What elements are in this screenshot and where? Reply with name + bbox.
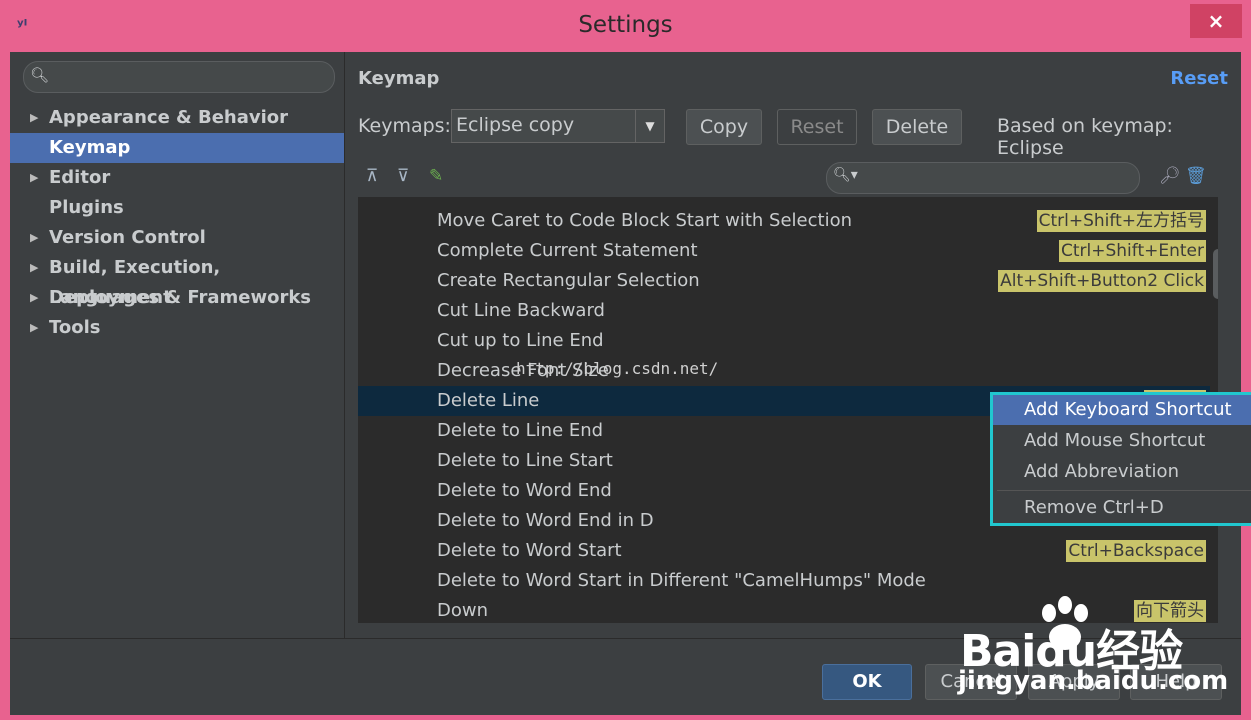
table-row[interactable]: Cut Line Backward	[358, 296, 1210, 326]
edit-icon[interactable]: ✎	[429, 166, 443, 186]
table-row[interactable]: Delete to Word Start in Different "Camel…	[358, 566, 1210, 596]
menu-item[interactable]: Remove Ctrl+D	[993, 493, 1251, 523]
menu-item-label: Add Abbreviation	[1024, 461, 1179, 482]
sidebar-item[interactable]: ▶ Editor	[10, 163, 344, 193]
chevron-down-icon[interactable]: ▼	[635, 110, 664, 142]
sidebar-item[interactable]: ▶ Version Control	[10, 223, 344, 253]
keymap-select-value: Eclipse copy	[456, 114, 575, 136]
table-row[interactable]: Decrease Font Size	[358, 356, 1210, 386]
find-shortcut-icon[interactable]: 🔎︎	[1159, 166, 1181, 186]
action-name: Create Rectangular Selection	[437, 270, 700, 291]
chevron-right-icon[interactable]: ▶	[30, 313, 38, 343]
table-row[interactable]: Create Rectangular Selection Alt+Shift+Bu…	[358, 266, 1210, 296]
action-filter-input[interactable]: 🔍︎▾	[826, 162, 1140, 194]
shortcut-badge: Ctrl+Shift+左方括号	[1036, 210, 1206, 232]
sidebar-item[interactable]: Keymap	[10, 133, 344, 163]
table-row[interactable]: Cut up to Line End	[358, 326, 1210, 356]
keymaps-label: Keymaps:	[358, 115, 451, 137]
action-name: Delete to Word Start	[437, 540, 622, 561]
sidebar-item-label: Editor	[49, 167, 111, 188]
search-icon: 🔍︎▾	[833, 167, 858, 183]
menu-item-label: Add Keyboard Shortcut	[1024, 399, 1232, 420]
copy-button[interactable]: Copy	[686, 109, 762, 145]
sidebar-item[interactable]: Plugins	[10, 193, 344, 223]
sidebar-search-input[interactable]: 🔍︎	[23, 61, 335, 93]
menu-item-label: Add Mouse Shortcut	[1024, 430, 1206, 451]
action-name: Move Caret to Code Block Start with Sele…	[437, 210, 853, 231]
ok-button[interactable]: OK	[822, 664, 912, 700]
close-icon: ×	[1207, 9, 1225, 33]
sidebar-item[interactable]: ▶ Build, Execution, Deployment	[10, 253, 344, 308]
chevron-right-icon[interactable]: ▶	[30, 223, 38, 253]
chevron-right-icon[interactable]: ▶	[30, 253, 38, 283]
baidu-site-text: jingyan.baidu.com	[958, 666, 1229, 696]
sidebar-item-label: Appearance & Behavior	[49, 107, 289, 128]
sidebar-item-label: Keymap	[49, 137, 131, 158]
delete-button[interactable]: Delete	[872, 109, 962, 145]
action-name: Delete to Word Start in Different "Camel…	[437, 570, 926, 591]
page-title: Keymap	[358, 68, 440, 89]
sidebar-item[interactable]: ▶ Languages & Frameworks	[10, 283, 344, 313]
action-name: Delete to Line Start	[437, 450, 613, 471]
sidebar-item[interactable]: ▶ Appearance & Behavior	[10, 103, 344, 133]
table-row[interactable]: Delete to Word Start Ctrl+Backspace	[358, 536, 1210, 566]
action-name: Cut up to Line End	[437, 330, 604, 351]
blog-watermark: http://blog.csdn.net/	[516, 359, 719, 378]
list-scrollbar[interactable]	[1213, 249, 1218, 299]
action-name: Delete to Line End	[437, 420, 604, 441]
menu-item[interactable]: Add Mouse Shortcut	[993, 426, 1251, 456]
action-name: Delete to Word End	[437, 480, 612, 501]
reset-link[interactable]: Reset	[1170, 68, 1228, 89]
title-bar: ʸᴵ Settings ×	[0, 0, 1251, 52]
menu-item[interactable]: Add Keyboard Shortcut	[993, 395, 1251, 425]
table-row[interactable]: Move Caret to Code Block Start with Sele…	[358, 206, 1210, 236]
shortcut-badge: Ctrl+Shift+Enter	[1058, 240, 1206, 262]
sidebar-item-label: Plugins	[49, 197, 124, 218]
shortcut-badge: Alt+Shift+Button2 Click	[998, 270, 1206, 292]
menu-item[interactable]: Add Abbreviation	[993, 457, 1251, 487]
shortcut-badge: Ctrl+Backspace	[1066, 540, 1206, 562]
search-icon: 🔍︎	[30, 66, 50, 84]
action-name: Cut Line Backward	[437, 300, 605, 321]
context-menu: Add Keyboard Shortcut Add Mouse Shortcut A…	[990, 392, 1251, 526]
keymap-panel: Keymap Reset Keymaps: Eclipse copy ▼ Cop…	[345, 52, 1251, 638]
close-button[interactable]: ×	[1190, 4, 1242, 38]
trash-icon[interactable]: 🗑︎	[1185, 166, 1207, 186]
action-name: Delete to Word End in D	[437, 510, 654, 531]
keymap-select[interactable]: Eclipse copy ▼	[451, 109, 665, 143]
chevron-right-icon[interactable]: ▶	[30, 163, 38, 193]
menu-separator	[997, 490, 1251, 491]
sidebar-item-label: Tools	[49, 317, 101, 338]
expand-all-icon[interactable]: ⊼	[366, 166, 378, 186]
window-title: Settings	[578, 12, 673, 38]
action-name: Down	[437, 600, 489, 621]
settings-sidebar: 🔍︎ ▶ Appearance & Behavior Keymap ▶ Editor Pl…	[10, 52, 345, 638]
action-name: Delete Line	[437, 390, 540, 411]
action-name: Complete Current Statement	[437, 240, 698, 261]
reset-button[interactable]: Reset	[777, 109, 857, 145]
chevron-right-icon[interactable]: ▶	[30, 103, 38, 133]
based-on-label: Based on keymap: Eclipse	[997, 115, 1173, 159]
collapse-all-icon[interactable]: ⊽	[397, 166, 409, 186]
table-row[interactable]: Complete Current Statement Ctrl+Shift+Ent…	[358, 236, 1210, 266]
sidebar-item[interactable]: ▶ Tools	[10, 313, 344, 343]
sidebar-item-label: Languages & Frameworks	[49, 287, 312, 308]
chevron-right-icon[interactable]: ▶	[30, 283, 38, 313]
menu-item-label: Remove Ctrl+D	[1024, 497, 1164, 518]
sidebar-item-label: Version Control	[49, 227, 206, 248]
